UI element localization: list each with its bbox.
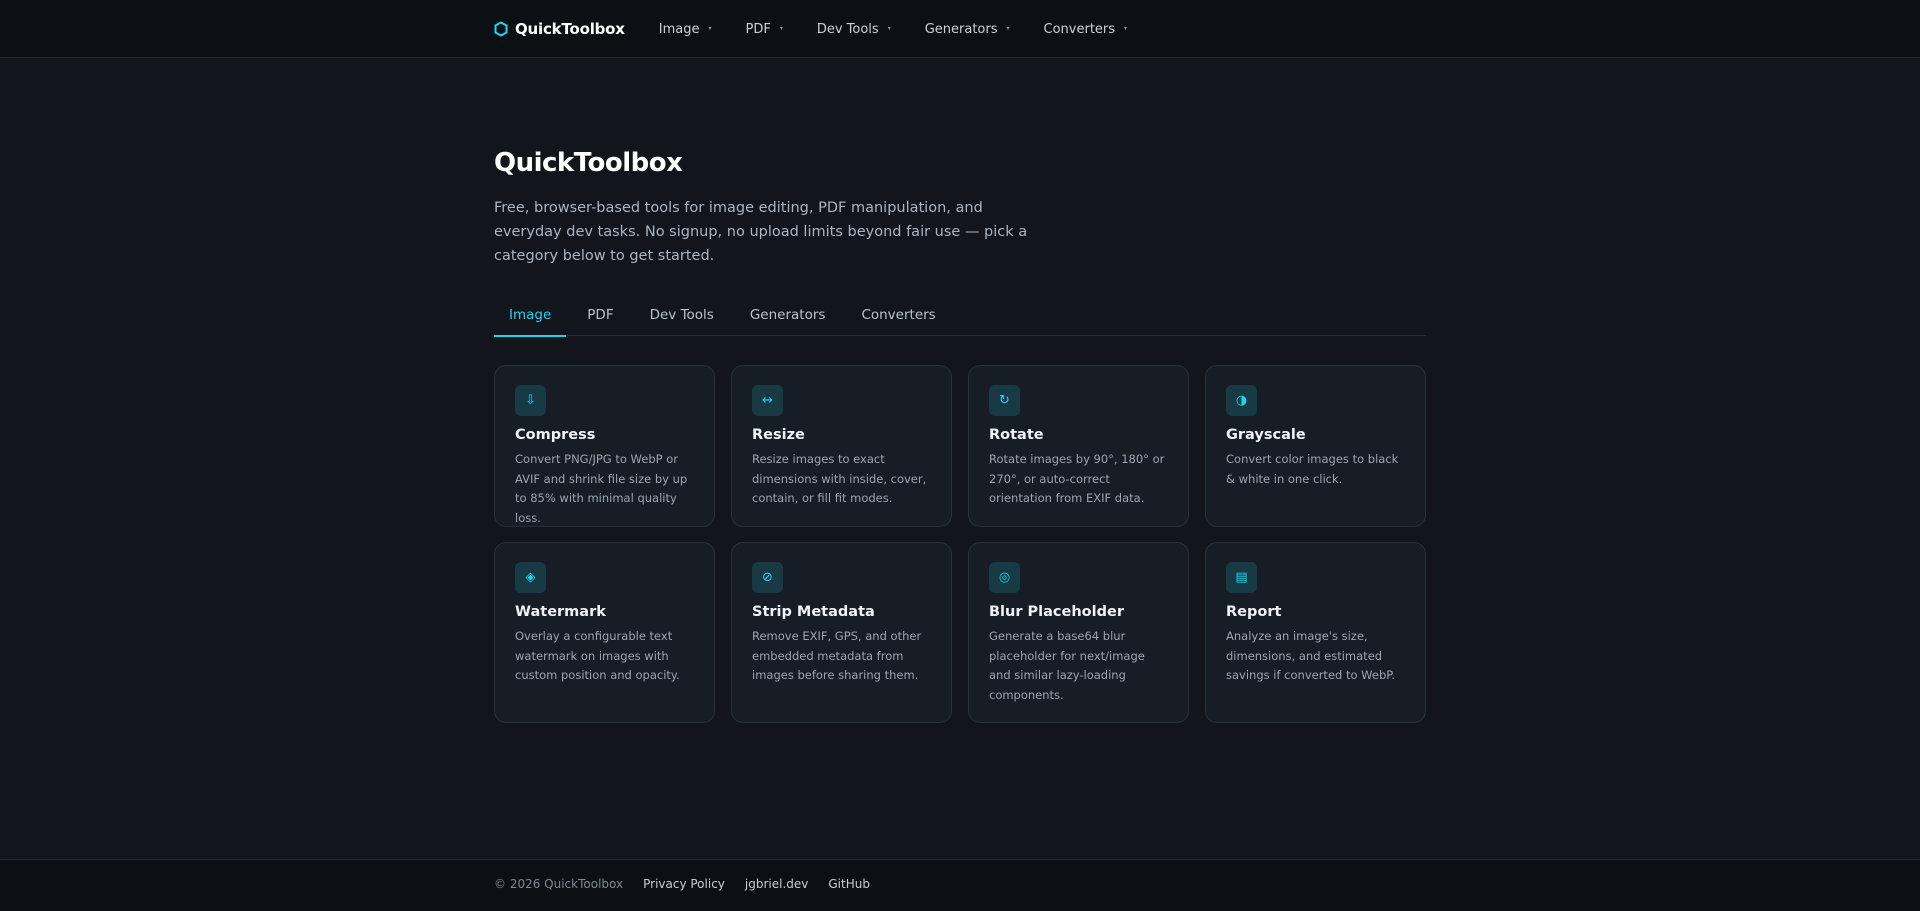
tool-card-report[interactable]: ▤ Report Analyze an image's size, dimens…: [1205, 542, 1426, 723]
copyright-text: © 2026 QuickToolbox: [494, 877, 624, 891]
card-description: Remove EXIF, GPS, and other embedded met…: [752, 629, 922, 682]
caret-down-icon: ▾: [779, 24, 783, 32]
card-title: Compress: [515, 427, 596, 443]
navbar-content: QuickToolbox Image ▾ PDF ▾ Dev Tools ▾ G…: [494, 0, 1161, 58]
nav-menu-label: PDF: [745, 21, 771, 37]
nav-menu-dev-tools[interactable]: Dev Tools ▾: [817, 22, 891, 37]
caret-down-icon: ▾: [1124, 24, 1128, 32]
caret-down-icon: ▾: [708, 24, 712, 32]
nav-menu-image[interactable]: Image ▾: [659, 22, 712, 37]
tool-card-resize[interactable]: ↔ Resize Resize images to exact dimensio…: [731, 365, 952, 527]
tab-dev-tools[interactable]: Dev Tools: [635, 297, 729, 336]
tab-generators[interactable]: Generators: [735, 297, 841, 336]
category-tabs: Image PDF Dev Tools Generators Converter…: [494, 297, 1426, 337]
tool-card-rotate[interactable]: ↻ Rotate Rotate images by 90°, 180° or 2…: [968, 365, 1189, 527]
card-description: Rotate images by 90°, 180° or 270°, or a…: [989, 452, 1165, 505]
card-title: Strip Metadata: [752, 604, 875, 620]
card-title: Grayscale: [1226, 427, 1306, 443]
card-title: Watermark: [515, 604, 606, 620]
card-description: Convert PNG/JPG to WebP or AVIF and shri…: [515, 452, 688, 525]
page-title: QuickToolbox: [494, 148, 683, 178]
tab-pdf[interactable]: PDF: [572, 297, 628, 336]
rotate-icon: ↻: [989, 385, 1020, 416]
nav-menu-label: Image: [658, 21, 700, 37]
nav-menu-label: Converters: [1043, 21, 1116, 37]
tool-card-watermark[interactable]: ◈ Watermark Overlay a configurable text …: [494, 542, 715, 723]
diamond-icon: ◈: [515, 562, 546, 593]
tool-card-grayscale[interactable]: ◑ Grayscale Convert color images to blac…: [1205, 365, 1426, 527]
nav-menu-label: Generators: [924, 21, 998, 37]
tool-card-blur-placeholder[interactable]: ◎ Blur Placeholder Generate a base64 blu…: [968, 542, 1189, 723]
top-navbar: QuickToolbox Image ▾ PDF ▾ Dev Tools ▾ G…: [0, 0, 1920, 58]
tool-card-grid: ⇩ Compress Convert PNG/JPG to WebP or AV…: [494, 365, 1426, 723]
brand-name: QuickToolbox: [515, 20, 625, 38]
card-title: Rotate: [989, 427, 1044, 443]
nav-menu-label: Dev Tools: [816, 21, 879, 37]
footer-content: © 2026 QuickToolbox Privacy Policy jgbri…: [494, 877, 890, 891]
nav-menu-generators[interactable]: Generators ▾: [925, 22, 1010, 37]
footer-link-privacy-policy[interactable]: Privacy Policy: [643, 877, 725, 891]
card-description: Overlay a configurable text watermark on…: [515, 629, 680, 682]
tool-card-compress[interactable]: ⇩ Compress Convert PNG/JPG to WebP or AV…: [494, 365, 715, 527]
tool-card-strip-metadata[interactable]: ⊘ Strip Metadata Remove EXIF, GPS, and o…: [731, 542, 952, 723]
nav-menu-converters[interactable]: Converters ▾: [1044, 22, 1128, 37]
caret-down-icon: ▾: [1006, 24, 1010, 32]
card-description: Analyze an image's size, dimensions, and…: [1226, 629, 1396, 682]
download-arrow-icon: ⇩: [515, 385, 546, 416]
caret-down-icon: ▾: [887, 24, 891, 32]
card-description: Generate a base64 blur placeholder for n…: [989, 629, 1145, 702]
tab-image[interactable]: Image: [494, 297, 567, 337]
slash-circle-icon: ⊘: [752, 562, 783, 593]
page-footer: © 2026 QuickToolbox Privacy Policy jgbri…: [0, 859, 1920, 911]
tab-converters[interactable]: Converters: [846, 297, 950, 336]
nav-menu-pdf[interactable]: PDF ▾: [745, 22, 782, 37]
half-circle-icon: ◑: [1226, 385, 1257, 416]
page-description: Free, browser-based tools for image edit…: [494, 200, 1028, 264]
card-title: Blur Placeholder: [989, 604, 1124, 620]
footer-link-author-site[interactable]: jgbriel.dev: [745, 877, 808, 891]
card-description: Convert color images to black & white in…: [1226, 452, 1399, 486]
brand-logo-link[interactable]: QuickToolbox: [494, 20, 625, 38]
resize-arrows-icon: ↔: [752, 385, 783, 416]
card-title: Resize: [752, 427, 805, 443]
card-description: Resize images to exact dimensions with i…: [752, 452, 927, 505]
hexagon-icon: [494, 21, 508, 37]
card-title: Report: [1226, 604, 1282, 620]
report-icon: ▤: [1226, 562, 1257, 593]
footer-link-github[interactable]: GitHub: [828, 877, 870, 891]
target-circle-icon: ◎: [989, 562, 1020, 593]
